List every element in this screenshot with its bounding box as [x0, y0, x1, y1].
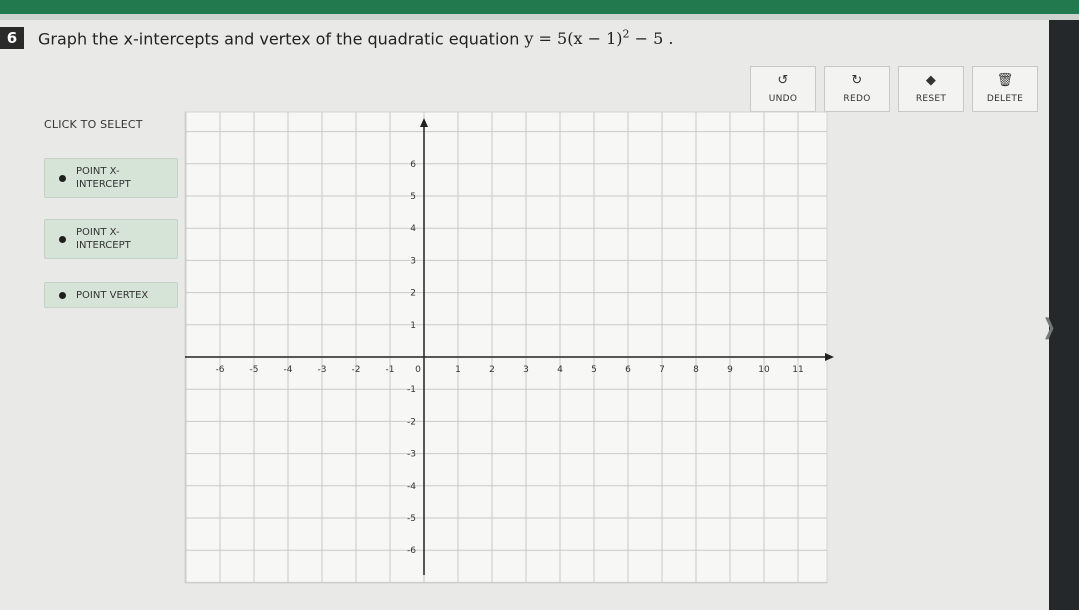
- x-tick-label: 6: [625, 365, 631, 375]
- y-tick-label: 5: [410, 192, 416, 202]
- x-tick-label: -5: [250, 365, 259, 375]
- x-tick-label: -6: [216, 365, 225, 375]
- x-tick-label: -1: [386, 365, 395, 375]
- x-tick-label: 0: [415, 365, 421, 375]
- next-arrow-icon[interactable]: ❯: [1043, 315, 1056, 340]
- x-tick-label: -4: [284, 365, 293, 375]
- y-tick-label: -4: [407, 482, 416, 492]
- x-axis-arrow-icon: [825, 353, 834, 361]
- x-tick-label: 4: [557, 365, 563, 375]
- x-tick-label: 1: [455, 365, 461, 375]
- y-tick-label: -3: [407, 450, 416, 460]
- y-tick-label: 4: [410, 224, 416, 234]
- y-tick-label: 1: [410, 321, 416, 331]
- x-tick-label: -3: [318, 365, 327, 375]
- x-tick-label: -2: [352, 365, 361, 375]
- x-tick-label: 7: [659, 365, 665, 375]
- y-tick-label: -1: [407, 385, 416, 395]
- y-tick-label: -2: [407, 417, 416, 427]
- graph-area[interactable]: [184, 111, 828, 584]
- y-tick-label: -6: [407, 546, 416, 556]
- x-tick-label: 5: [591, 365, 597, 375]
- x-tick-label: 11: [792, 365, 803, 375]
- y-tick-label: 3: [410, 256, 416, 266]
- x-tick-label: 3: [523, 365, 529, 375]
- coordinate-graph[interactable]: -6 -5 -4 -3 -2 -1 0 1 2 3 4 5 6 7 8 9 10 11 6 5 4 3 2 1 -1 -2 -3 -…: [0, 0, 1079, 610]
- y-tick-label: -5: [407, 514, 416, 524]
- x-tick-label: 8: [693, 365, 699, 375]
- x-tick-label: 9: [727, 365, 733, 375]
- x-tick-label: 10: [758, 365, 770, 375]
- x-tick-label: 2: [489, 365, 495, 375]
- y-tick-label: 2: [410, 289, 416, 299]
- y-tick-label: 6: [410, 160, 416, 170]
